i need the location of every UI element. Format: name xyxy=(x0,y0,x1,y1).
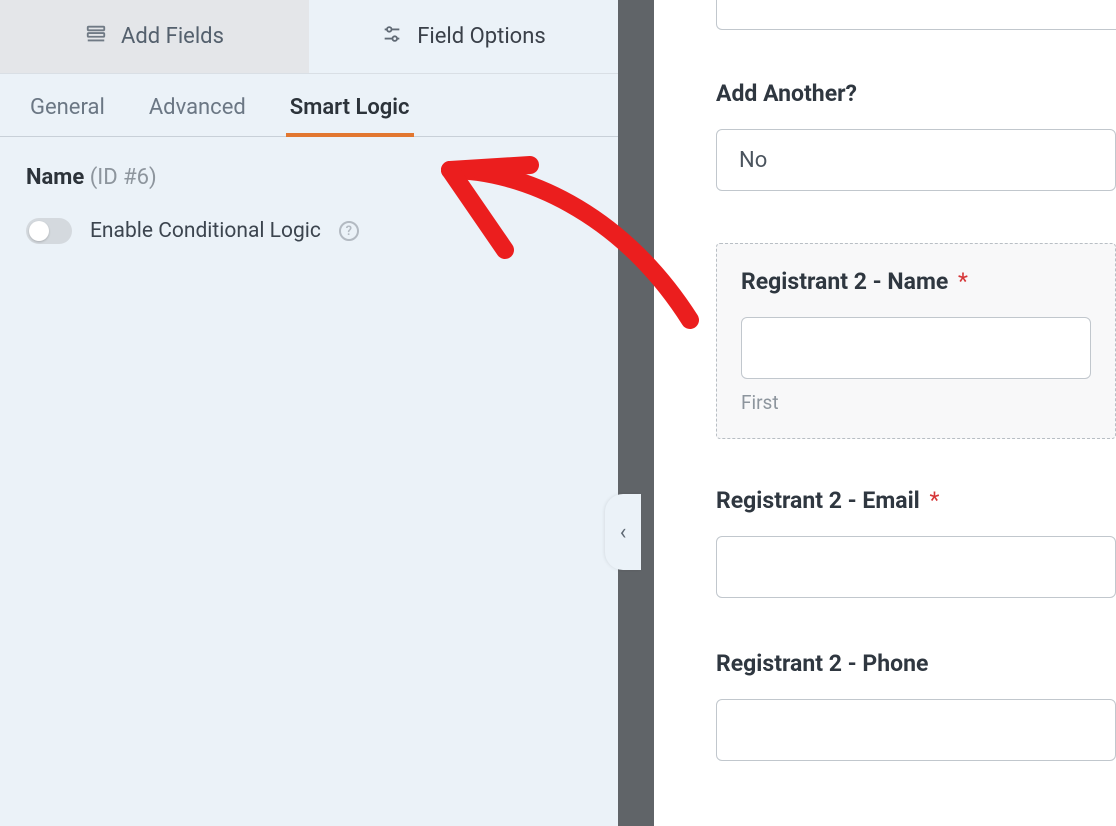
panel-body: Name (ID #6) Enable Conditional Logic ? xyxy=(0,137,618,272)
field-registrant-email: Registrant 2 - Email * xyxy=(716,487,1116,598)
conditional-logic-label: Enable Conditional Logic xyxy=(90,219,321,243)
panel-divider: ‹ xyxy=(618,0,654,826)
conditional-logic-toggle[interactable] xyxy=(26,218,72,244)
subtab-general[interactable]: General xyxy=(26,77,109,136)
sidebar-panel: Add Fields Field Options General Advance… xyxy=(0,0,618,826)
tab-field-options-label: Field Options xyxy=(417,24,545,49)
registrant-name-label: Registrant 2 - Name * xyxy=(741,268,1091,295)
tab-add-fields[interactable]: Add Fields xyxy=(0,0,309,73)
field-name: Name xyxy=(26,165,84,190)
registrant-phone-label: Registrant 2 - Phone xyxy=(716,650,1116,677)
chevron-left-icon: ‹ xyxy=(620,520,627,545)
required-mark: * xyxy=(958,268,968,295)
field-id: (ID #6) xyxy=(90,165,157,190)
conditional-logic-row: Enable Conditional Logic ? xyxy=(26,218,592,244)
field-heading: Name (ID #6) xyxy=(26,165,592,190)
registrant-name-sublabel: First xyxy=(741,391,1091,414)
top-tabs: Add Fields Field Options xyxy=(0,0,618,74)
registrant-name-input[interactable] xyxy=(741,317,1091,379)
registrant-email-label: Registrant 2 - Email * xyxy=(716,487,1116,514)
field-options-icon xyxy=(381,23,403,51)
tab-add-fields-label: Add Fields xyxy=(121,24,224,49)
sub-tabs: General Advanced Smart Logic xyxy=(0,74,618,137)
tab-field-options[interactable]: Field Options xyxy=(309,0,618,73)
help-icon[interactable]: ? xyxy=(339,221,359,241)
field-registrant-name-box[interactable]: Registrant 2 - Name * First xyxy=(716,243,1116,439)
field-add-another: Add Another? No xyxy=(716,80,1116,191)
add-another-select[interactable]: No xyxy=(716,129,1116,191)
field-registrant-phone: Registrant 2 - Phone xyxy=(716,650,1116,761)
add-fields-icon xyxy=(85,23,107,51)
registrant-phone-input[interactable] xyxy=(716,699,1116,761)
collapse-handle[interactable]: ‹ xyxy=(605,494,641,570)
registrant-email-input[interactable] xyxy=(716,536,1116,598)
required-mark: * xyxy=(929,487,939,514)
subtab-advanced[interactable]: Advanced xyxy=(145,77,250,136)
add-another-value: No xyxy=(739,148,767,173)
subtab-smart-logic[interactable]: Smart Logic xyxy=(286,77,414,136)
add-another-label: Add Another? xyxy=(716,80,1116,107)
form-preview: Add Another? No Registrant 2 - Name * Fi… xyxy=(654,0,1116,826)
partial-input-top[interactable] xyxy=(716,0,1116,30)
